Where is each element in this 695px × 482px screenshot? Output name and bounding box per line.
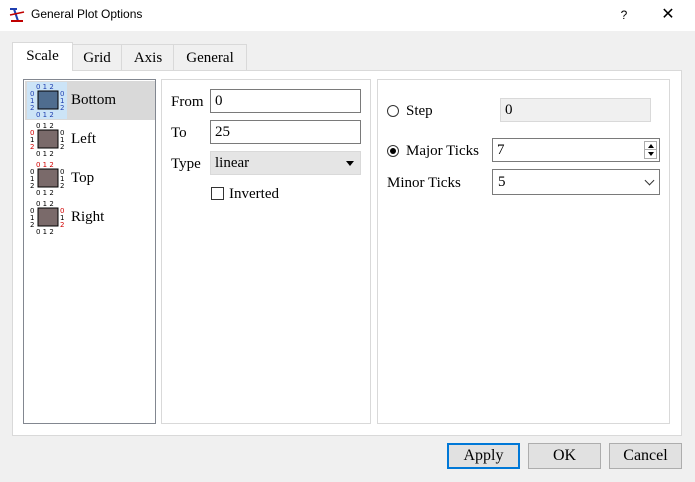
top-axis-icon: 0 1 2 0 1 2 0 1 2 0 1 2: [30, 161, 64, 197]
axis-item-label: Bottom: [71, 92, 117, 108]
spin-down-icon: [648, 152, 654, 156]
right-axis-icon: 0 1 2 0 1 2 0 1 2 0 1 2: [30, 200, 64, 236]
to-input[interactable]: 25: [210, 120, 361, 144]
window-title: General Plot Options: [31, 7, 143, 21]
spinner-arrows-icon[interactable]: [644, 141, 657, 159]
major-ticks-radio[interactable]: [387, 145, 399, 157]
plot-axis-icon: [9, 8, 25, 22]
bottom-axis-icon: 0 1 2 0 1 2 0 1 2 0 1 2: [27, 82, 67, 119]
svg-text:0 1 2: 0 1 2: [36, 111, 54, 119]
inverted-label: Inverted: [229, 186, 279, 202]
axis-item-label: Top: [71, 170, 95, 186]
spin-up-icon: [648, 144, 654, 148]
svg-text:2: 2: [60, 221, 64, 229]
step-input[interactable]: 0: [500, 98, 651, 122]
step-label: Step: [406, 103, 433, 119]
axis-item-bottom[interactable]: 0 1 2 0 1 2 0 1 2 0 1 2 Bottom: [25, 81, 155, 120]
apply-button[interactable]: Apply: [447, 443, 520, 469]
minor-ticks-value: 5: [498, 174, 506, 190]
tab-general[interactable]: General: [173, 44, 247, 71]
minor-ticks-label: Minor Ticks: [387, 175, 461, 191]
type-select[interactable]: linear: [210, 151, 361, 175]
from-input[interactable]: 0: [210, 89, 361, 113]
spinner-divider: [645, 149, 656, 150]
major-ticks-label: Major Ticks: [406, 143, 479, 159]
svg-text:0 1 2: 0 1 2: [36, 189, 54, 197]
tab-axis[interactable]: Axis: [121, 44, 175, 71]
type-select-value: linear: [215, 155, 250, 171]
tab-scale[interactable]: Scale: [12, 42, 73, 71]
svg-text:0 1 2: 0 1 2: [36, 83, 54, 91]
svg-text:0 1 2: 0 1 2: [36, 150, 54, 158]
axis-item-right[interactable]: 0 1 2 0 1 2 0 1 2 0 1 2 Right: [25, 198, 155, 237]
svg-text:2: 2: [60, 104, 64, 112]
close-button[interactable]: ✕: [656, 5, 680, 25]
left-axis-icon: 0 1 2 0 1 2 0 1 2 0 1 2: [30, 122, 64, 158]
svg-text:2: 2: [60, 143, 64, 151]
to-label: To: [171, 125, 187, 141]
cancel-button[interactable]: Cancel: [609, 443, 682, 469]
svg-text:2: 2: [30, 104, 34, 112]
axis-item-left[interactable]: 0 1 2 0 1 2 0 1 2 0 1 2 Left: [25, 120, 155, 159]
tab-grid[interactable]: Grid: [71, 44, 123, 71]
from-label: From: [171, 94, 204, 110]
dropdown-arrow-icon: [346, 161, 354, 166]
svg-text:0 1 2: 0 1 2: [36, 122, 54, 130]
major-ticks-value: 7: [497, 142, 505, 158]
svg-text:2: 2: [30, 182, 34, 190]
axis-item-label: Right: [71, 209, 105, 225]
svg-text:2: 2: [60, 182, 64, 190]
svg-text:2: 2: [30, 221, 34, 229]
axis-item-top[interactable]: 0 1 2 0 1 2 0 1 2 0 1 2 Top: [25, 159, 155, 198]
ticks-panel: [377, 79, 670, 424]
svg-text:0 1 2: 0 1 2: [36, 161, 54, 169]
major-ticks-spinbox[interactable]: 7: [492, 138, 660, 162]
axis-item-label: Left: [71, 131, 96, 147]
step-radio[interactable]: [387, 105, 399, 117]
title-bar: General Plot Options ? ✕: [0, 0, 695, 31]
ok-button[interactable]: OK: [528, 443, 601, 469]
svg-text:2: 2: [30, 143, 34, 151]
type-label: Type: [171, 156, 201, 172]
inverted-checkbox[interactable]: [211, 187, 224, 200]
minor-ticks-select[interactable]: 5: [492, 169, 660, 195]
axis-list[interactable]: 0 1 2 0 1 2 0 1 2 0 1 2 Bottom 0 1 2 0 1…: [23, 79, 156, 424]
chevron-down-icon: [644, 175, 655, 186]
svg-text:0 1 2: 0 1 2: [36, 228, 54, 236]
radio-selected-dot: [390, 148, 396, 154]
help-button[interactable]: ?: [614, 5, 634, 25]
svg-text:0 1 2: 0 1 2: [36, 200, 54, 208]
